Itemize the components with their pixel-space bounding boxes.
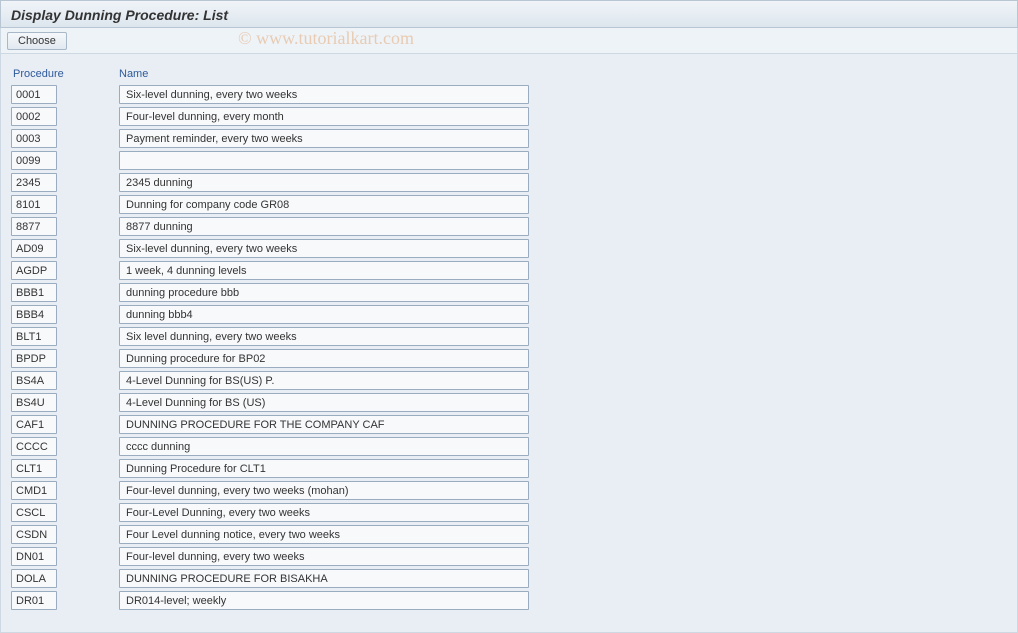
table-row: BS4U 4-Level Dunning for BS (US) — [11, 392, 1007, 413]
name-cell[interactable]: Dunning for company code GR08 — [119, 195, 529, 214]
name-cell[interactable]: cccc dunning — [119, 437, 529, 456]
procedure-cell[interactable]: CSDN — [11, 525, 57, 544]
procedure-cell[interactable]: BLT1 — [11, 327, 57, 346]
name-cell[interactable]: DUNNING PROCEDURE FOR BISAKHA — [119, 569, 529, 588]
table-row: 0099 — [11, 150, 1007, 171]
name-cell[interactable]: 4-Level Dunning for BS(US) P. — [119, 371, 529, 390]
table-row: CLT1 Dunning Procedure for CLT1 — [11, 458, 1007, 479]
name-cell[interactable]: Four-Level Dunning, every two weeks — [119, 503, 529, 522]
name-cell[interactable]: Six level dunning, every two weeks — [119, 327, 529, 346]
name-cell[interactable]: Four-level dunning, every two weeks — [119, 547, 529, 566]
table-row: DOLA DUNNING PROCEDURE FOR BISAKHA — [11, 568, 1007, 589]
column-headers: Procedure Name — [11, 68, 1007, 80]
table-row: 0003 Payment reminder, every two weeks — [11, 128, 1007, 149]
procedure-cell[interactable]: AD09 — [11, 239, 57, 258]
name-cell[interactable] — [119, 151, 529, 170]
table-row: 0001 Six-level dunning, every two weeks — [11, 84, 1007, 105]
procedure-cell[interactable]: CSCL — [11, 503, 57, 522]
name-cell[interactable]: Six-level dunning, every two weeks — [119, 85, 529, 104]
procedure-cell[interactable]: BPDP — [11, 349, 57, 368]
table-row: DR01 DR014-level; weekly — [11, 590, 1007, 611]
choose-button[interactable]: Choose — [7, 32, 67, 50]
procedure-cell[interactable]: 2345 — [11, 173, 57, 192]
table-row: 8101 Dunning for company code GR08 — [11, 194, 1007, 215]
name-cell[interactable]: Four-level dunning, every two weeks (moh… — [119, 481, 529, 500]
procedure-cell[interactable]: BS4U — [11, 393, 57, 412]
table-row: CMD1 Four-level dunning, every two weeks … — [11, 480, 1007, 501]
table-row: BS4A 4-Level Dunning for BS(US) P. — [11, 370, 1007, 391]
procedure-cell[interactable]: 0001 — [11, 85, 57, 104]
procedure-cell[interactable]: CCCC — [11, 437, 57, 456]
table-row: BLT1 Six level dunning, every two weeks — [11, 326, 1007, 347]
content-area: Procedure Name 0001 Six-level dunning, ev… — [0, 54, 1018, 633]
name-cell[interactable]: 4-Level Dunning for BS (US) — [119, 393, 529, 412]
table-row: BPDP Dunning procedure for BP02 — [11, 348, 1007, 369]
table-row: CSCL Four-Level Dunning, every two weeks — [11, 502, 1007, 523]
name-cell[interactable]: DUNNING PROCEDURE FOR THE COMPANY CAF — [119, 415, 529, 434]
procedure-cell[interactable]: CMD1 — [11, 481, 57, 500]
name-cell[interactable]: Four Level dunning notice, every two wee… — [119, 525, 529, 544]
table-row: CSDN Four Level dunning notice, every two… — [11, 524, 1007, 545]
toolbar: Choose — [0, 28, 1018, 54]
name-cell[interactable]: 8877 dunning — [119, 217, 529, 236]
procedure-cell[interactable]: CLT1 — [11, 459, 57, 478]
procedure-cell[interactable]: DOLA — [11, 569, 57, 588]
header-name: Name — [119, 68, 148, 80]
name-cell[interactable]: Four-level dunning, every month — [119, 107, 529, 126]
name-cell[interactable]: dunning bbb4 — [119, 305, 529, 324]
procedure-cell[interactable]: 8101 — [11, 195, 57, 214]
page-title: Display Dunning Procedure: List — [11, 7, 228, 23]
procedure-cell[interactable]: BBB4 — [11, 305, 57, 324]
table-row: AD09 Six-level dunning, every two weeks — [11, 238, 1007, 259]
table-row: CAF1 DUNNING PROCEDURE FOR THE COMPANY CA… — [11, 414, 1007, 435]
procedure-cell[interactable]: 0099 — [11, 151, 57, 170]
procedure-cell[interactable]: DN01 — [11, 547, 57, 566]
title-bar: Display Dunning Procedure: List — [0, 0, 1018, 28]
rows-container: 0001Six-level dunning, every two weeks00… — [11, 84, 1007, 611]
procedure-cell[interactable]: BS4A — [11, 371, 57, 390]
procedure-cell[interactable]: 0003 — [11, 129, 57, 148]
table-row: CCCC cccc dunning — [11, 436, 1007, 457]
procedure-cell[interactable]: 8877 — [11, 217, 57, 236]
name-cell[interactable]: dunning procedure bbb — [119, 283, 529, 302]
procedure-cell[interactable]: BBB1 — [11, 283, 57, 302]
procedure-cell[interactable]: DR01 — [11, 591, 57, 610]
procedure-cell[interactable]: CAF1 — [11, 415, 57, 434]
name-cell[interactable]: 2345 dunning — [119, 173, 529, 192]
procedure-cell[interactable]: AGDP — [11, 261, 57, 280]
name-cell[interactable]: Six-level dunning, every two weeks — [119, 239, 529, 258]
table-row: BBB1 dunning procedure bbb — [11, 282, 1007, 303]
table-row: DN01 Four-level dunning, every two weeks — [11, 546, 1007, 567]
table-row: AGDP 1 week, 4 dunning levels — [11, 260, 1007, 281]
procedure-cell[interactable]: 0002 — [11, 107, 57, 126]
name-cell[interactable]: 1 week, 4 dunning levels — [119, 261, 529, 280]
name-cell[interactable]: Payment reminder, every two weeks — [119, 129, 529, 148]
name-cell[interactable]: Dunning procedure for BP02 — [119, 349, 529, 368]
header-procedure: Procedure — [11, 68, 63, 80]
name-cell[interactable]: DR014-level; weekly — [119, 591, 529, 610]
name-cell[interactable]: Dunning Procedure for CLT1 — [119, 459, 529, 478]
table-row: 2345 2345 dunning — [11, 172, 1007, 193]
table-row: BBB4 dunning bbb4 — [11, 304, 1007, 325]
table-row: 0002 Four-level dunning, every month — [11, 106, 1007, 127]
table-row: 8877 8877 dunning — [11, 216, 1007, 237]
